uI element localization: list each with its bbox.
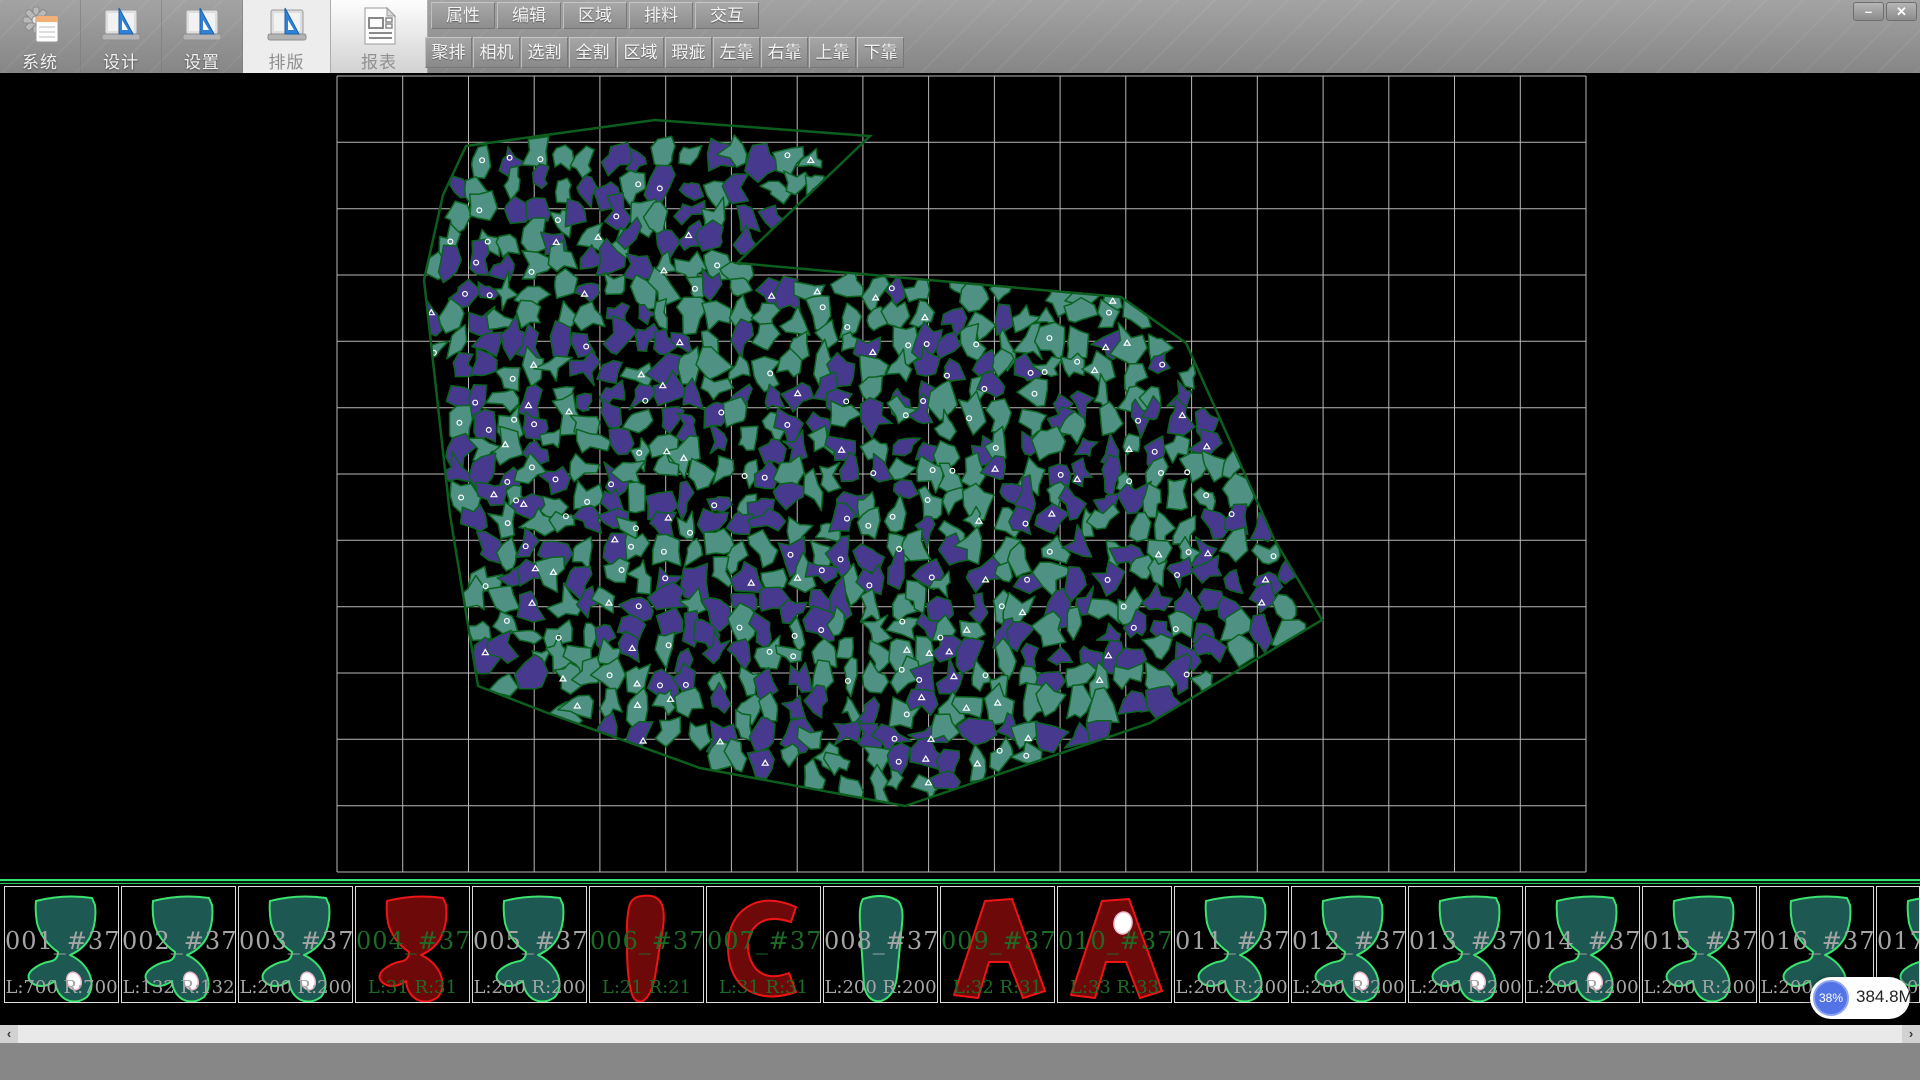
piece-lr-label: L:200 R:200 [239, 977, 352, 998]
menu-item-2[interactable]: 编辑 [497, 2, 561, 29]
piece-thumbnail[interactable]: 015_#37 L:200 R:200 [1642, 886, 1757, 1003]
system-gear-icon [18, 4, 62, 48]
piece-id-label: 001_#37 [5, 927, 118, 955]
menu-item-5[interactable]: 交互 [695, 2, 759, 29]
mode-button-nesting-ruler[interactable]: 排版 [243, 0, 331, 73]
menu-bar: 属性编辑区域排料交互 [431, 2, 761, 29]
piece-lr-label: L:21 R:21 [590, 977, 703, 998]
piece-id-label: 006_#37 [590, 927, 703, 955]
tool-button-8[interactable]: 右靠 [761, 37, 808, 68]
tool-button-6[interactable]: 瑕疵 [665, 37, 712, 68]
piece-thumbnail[interactable]: 002_#37 L:132 R:132 [121, 886, 236, 1003]
piece-id-label: 017_#37 [1877, 927, 1920, 955]
tool-button-7[interactable]: 左靠 [713, 37, 760, 68]
piece-thumbnail[interactable]: 010_#37 L:33 R:33 [1057, 886, 1172, 1003]
tool-button-5[interactable]: 区域 [617, 37, 664, 68]
tool-button-3[interactable]: 选割 [521, 37, 568, 68]
piece-lr-label: L:200 R:200 [1643, 977, 1756, 998]
progress-percent: 38% [1813, 980, 1849, 1016]
piece-thumbnail[interactable]: 006_#37 L:21 R:21 [589, 886, 704, 1003]
scroll-left-icon[interactable]: ‹ [0, 1025, 18, 1043]
nesting-ruler-icon [265, 4, 309, 48]
piece-id-label: 009_#37 [941, 927, 1054, 955]
piece-lr-label: L:132 R:132 [122, 977, 235, 998]
mode-button-report-doc[interactable]: 报表 [331, 0, 428, 73]
piece-lr-label: L:32 R:31 [941, 977, 1054, 998]
menu-item-1[interactable]: 属性 [431, 2, 495, 29]
tool-button-10[interactable]: 下靠 [857, 37, 904, 68]
mode-button-label: 设置 [162, 48, 242, 73]
piece-id-label: 003_#37 [239, 927, 352, 955]
piece-lr-label: L:200 R:200 [824, 977, 937, 998]
nesting-canvas[interactable] [0, 73, 1920, 879]
piece-thumbnail[interactable]: 005_#37 L:200 R:200 [472, 886, 587, 1003]
piece-id-label: 016_#37 [1760, 927, 1873, 955]
piece-thumbnail[interactable]: 007_#37 L:31 R:31 [706, 886, 821, 1003]
piece-thumbnail[interactable]: 009_#37 L:32 R:31 [940, 886, 1055, 1003]
mode-button-label: 报表 [331, 48, 427, 73]
tool-button-4[interactable]: 全割 [569, 37, 616, 68]
menu-item-3[interactable]: 区域 [563, 2, 627, 29]
piece-thumbnail[interactable]: 003_#37 L:200 R:200 [238, 886, 353, 1003]
scroll-right-icon[interactable]: › [1902, 1025, 1920, 1043]
piece-thumbnail[interactable]: 014_#37 L:200 R:200 [1525, 886, 1640, 1003]
piece-thumbnail-strip: 001_#37 L:700 R:700 002_#37 L:132 R:132 … [0, 885, 1920, 1025]
piece-id-label: 002_#37 [122, 927, 235, 955]
tool-button-1[interactable]: 聚排 [425, 37, 472, 68]
minimize-button[interactable]: – [1853, 2, 1884, 21]
scrollbar-track[interactable] [18, 1025, 1902, 1043]
close-button[interactable]: ✕ [1886, 2, 1917, 21]
piece-id-label: 012_#37 [1292, 927, 1405, 955]
piece-lr-label: L:200 R:200 [1175, 977, 1288, 998]
piece-thumbnail[interactable]: 004_#37 L:31 R:31 [355, 886, 470, 1003]
status-bar [0, 1043, 1920, 1080]
mode-button-label: 排版 [243, 48, 330, 73]
piece-id-label: 010_#37 [1058, 927, 1171, 955]
main-toolbar: 系统 设计 设置 排版 报表 属性编辑区域排料交互 聚排相机选割全割区域瑕疵左靠… [0, 0, 1920, 73]
settings-ruler-icon [180, 4, 224, 48]
piece-lr-label: L:33 R:33 [1058, 977, 1171, 998]
piece-thumbnail[interactable]: 013_#37 L:200 R:200 [1408, 886, 1523, 1003]
mode-button-design-ruler[interactable]: 设计 [81, 0, 162, 73]
piece-id-label: 014_#37 [1526, 927, 1639, 955]
piece-lr-label: L:700 R:700 [5, 977, 118, 998]
memory-usage: 384.8M [1856, 987, 1913, 1007]
piece-id-label: 005_#37 [473, 927, 586, 955]
piece-thumbnail[interactable]: 008_#37 L:200 R:200 [823, 886, 938, 1003]
piece-id-label: 007_#37 [707, 927, 820, 955]
nesting-canvas-svg [0, 73, 1920, 879]
progress-badge: 38% 384.8M [1810, 977, 1910, 1019]
piece-id-label: 008_#37 [824, 927, 937, 955]
report-doc-icon [357, 4, 401, 48]
piece-lr-label: L:200 R:200 [1526, 977, 1639, 998]
piece-thumbnail[interactable]: 012_#37 L:200 R:200 [1291, 886, 1406, 1003]
piece-id-label: 011_#37 [1175, 927, 1288, 955]
mode-button-label: 设计 [81, 48, 161, 73]
menu-item-4[interactable]: 排料 [629, 2, 693, 29]
tool-bar: 聚排相机选割全割区域瑕疵左靠右靠上靠下靠 [425, 37, 905, 68]
mode-button-label: 系统 [0, 48, 80, 73]
horizontal-scrollbar[interactable]: ‹ › [0, 1025, 1920, 1043]
piece-lr-label: L:200 R:200 [1292, 977, 1405, 998]
piece-lr-label: L:200 R:200 [1409, 977, 1522, 998]
piece-lr-label: L:200 R:200 [473, 977, 586, 998]
tool-button-9[interactable]: 上靠 [809, 37, 856, 68]
piece-lr-label: L:31 R:31 [356, 977, 469, 998]
piece-id-label: 015_#37 [1643, 927, 1756, 955]
mode-button-settings-ruler[interactable]: 设置 [162, 0, 243, 73]
design-ruler-icon [99, 4, 143, 48]
tool-button-2[interactable]: 相机 [473, 37, 520, 68]
mode-button-system-gear[interactable]: 系统 [0, 0, 81, 73]
piece-id-label: 013_#37 [1409, 927, 1522, 955]
piece-thumbnail[interactable]: 011_#37 L:200 R:200 [1174, 886, 1289, 1003]
piece-lr-label: L:31 R:31 [707, 977, 820, 998]
piece-thumbnail[interactable]: 001_#37 L:700 R:700 [4, 886, 119, 1003]
piece-id-label: 004_#37 [356, 927, 469, 955]
